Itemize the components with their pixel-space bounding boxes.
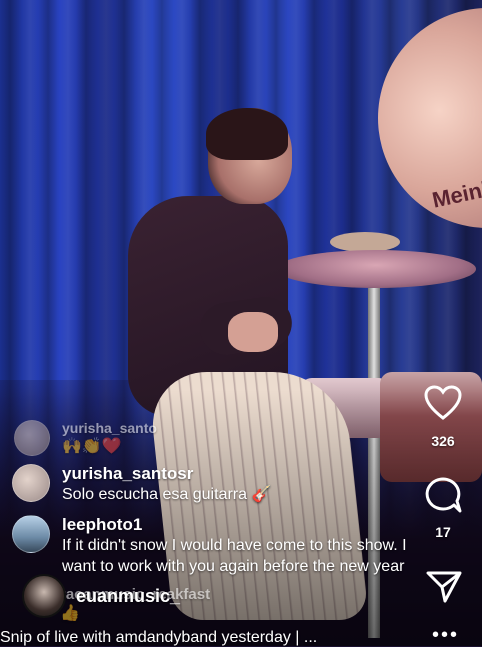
- comment-username: leephoto1: [62, 515, 143, 534]
- drummer-hair: [206, 108, 288, 160]
- host-username[interactable]: euanmusic_: [76, 586, 180, 607]
- host-avatar[interactable]: [22, 574, 66, 618]
- paper-plane-icon[interactable]: [426, 570, 462, 604]
- comment-text: If it didn't snow I would have come to t…: [62, 537, 407, 575]
- woman-avatar-icon: [12, 464, 50, 502]
- comment-item: yurisha_santosr Solo escucha esa guitarr…: [12, 464, 392, 505]
- hihat: [330, 232, 400, 252]
- comment-username: yurisha_santosr: [62, 464, 194, 483]
- heart-icon[interactable]: [424, 385, 462, 421]
- drummer-hand: [228, 312, 278, 352]
- comments-count: 17: [435, 524, 451, 540]
- caption-text: Snip of live with amdandyband yesterday …: [0, 629, 318, 646]
- comment-text: Solo escucha esa guitarra 🎸: [62, 486, 272, 503]
- comment-avatar: [14, 420, 50, 456]
- more-dots-icon[interactable]: •••: [432, 624, 459, 647]
- comment-item: leephoto1 If it didn't snow I would have…: [12, 515, 432, 577]
- ride-cymbal: [276, 250, 476, 288]
- speech-bubble-icon[interactable]: [424, 476, 462, 514]
- host-info[interactable]: euanmusic_: [22, 574, 180, 618]
- comment-item: yurisha_santo 🙌👏❤️: [14, 420, 157, 457]
- landscape-avatar-icon: [12, 515, 50, 553]
- comment-username: yurisha_santo: [62, 420, 157, 436]
- likes-count: 326: [431, 433, 455, 449]
- comment-text: 🙌👏❤️: [62, 438, 122, 455]
